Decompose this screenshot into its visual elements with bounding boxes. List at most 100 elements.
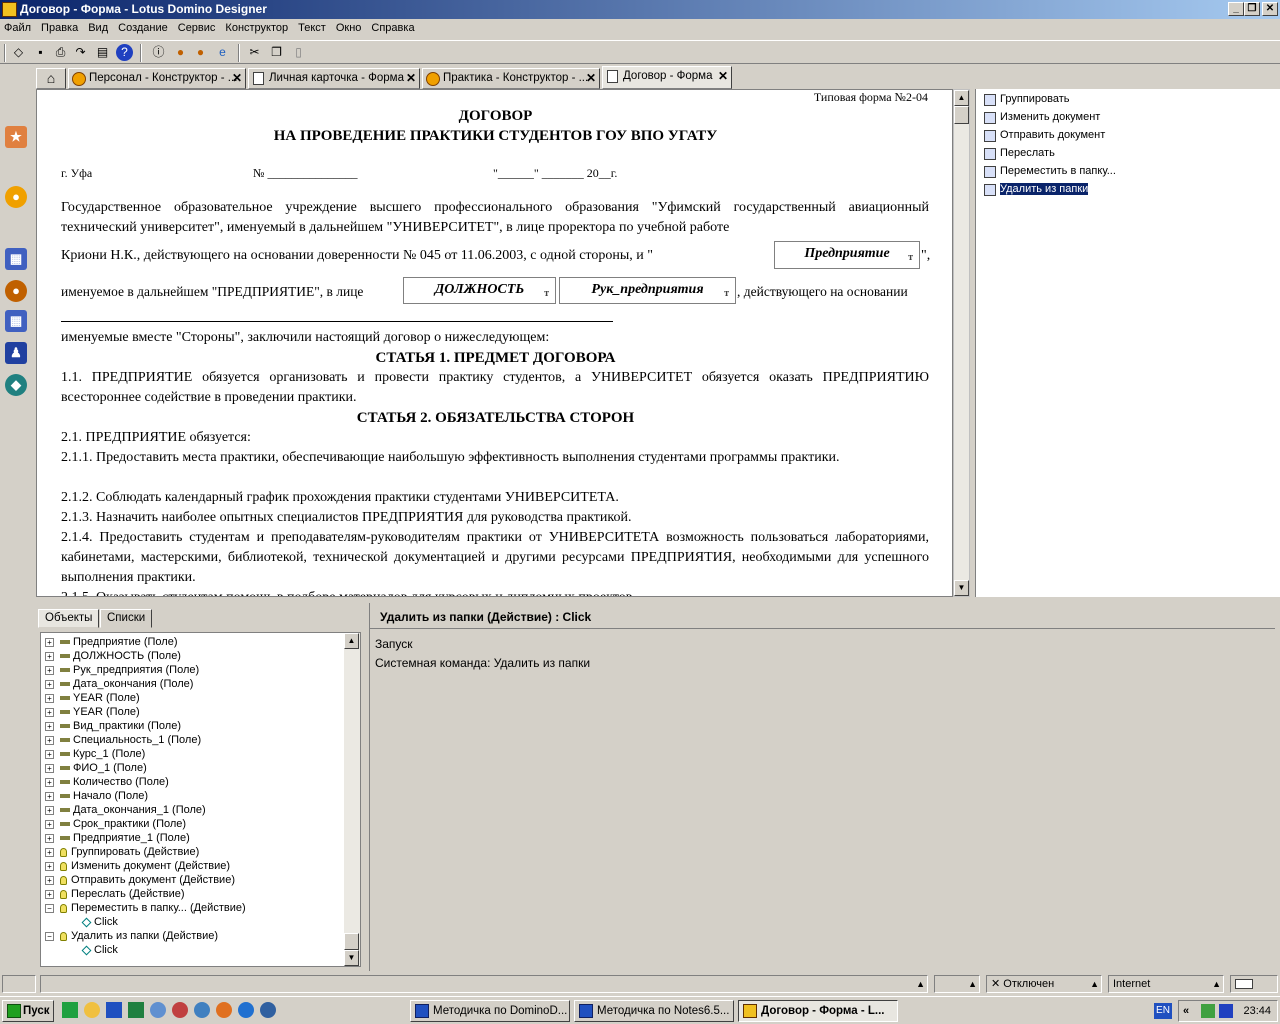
up-arrow-icon[interactable]: ▲ [1212,976,1221,992]
start-button[interactable]: Пуск [2,1000,54,1022]
tree-item[interactable]: + Рук_предприятия (Поле) [45,663,199,677]
expand-icon[interactable]: + [45,735,54,745]
action-remove-from-folder[interactable]: Удалить из папки [983,181,1089,197]
menu-window[interactable]: Окно [332,19,368,38]
close-tab-icon[interactable]: ✕ [232,69,242,88]
copy-icon[interactable]: ❐ [268,44,285,61]
save-icon[interactable]: ▪ [32,44,49,61]
scroll-up-icon[interactable]: ▲ [954,90,969,106]
tree-item[interactable]: − Переместить в папку... (Действие) [45,901,246,915]
tree-item[interactable]: + Начало (Поле) [45,789,148,803]
scroll-thumb[interactable] [344,933,359,950]
menu-file[interactable]: Файл [0,19,37,38]
expand-icon[interactable]: + [45,819,54,829]
search-icon[interactable] [194,1002,210,1018]
tree-item[interactable]: + Курс_1 (Поле) [45,747,145,761]
tab-contract[interactable]: Договор - Форма ✕ [602,66,732,89]
expand-icon[interactable]: + [45,889,54,899]
expand-icon[interactable]: + [45,847,54,857]
tab-lists[interactable]: Списки [100,609,153,628]
up-arrow-icon[interactable]: ▲ [1090,976,1099,992]
expand-icon[interactable]: + [45,861,54,871]
expand-icon[interactable]: + [45,763,54,773]
expand-icon[interactable]: + [45,875,54,885]
up-arrow-icon[interactable]: ▲ [968,976,977,992]
expand-icon[interactable]: + [45,777,54,787]
tree-item[interactable]: + YEAR (Поле) [45,691,140,705]
menu-edit[interactable]: Правка [37,19,84,38]
home-tab[interactable]: ⌂ [36,68,66,89]
system-command[interactable]: Системная команда: Удалить из папки [375,656,590,670]
menu-create[interactable]: Создание [114,19,174,38]
tray-media-icon[interactable] [1219,1004,1233,1018]
minimize-button[interactable]: _ [1228,2,1244,16]
clock-icon[interactable] [84,1002,100,1018]
expand-icon[interactable]: + [45,749,54,759]
tree-item[interactable]: + Специальность_1 (Поле) [45,733,201,747]
tree-item[interactable]: + Срок_практики (Поле) [45,817,186,831]
objects-tree[interactable]: + Предприятие (Поле) + ДОЛЖНОСТЬ (Поле) + Рук… [40,632,361,967]
menu-text[interactable]: Текст [294,19,332,38]
people-icon[interactable]: ● [172,44,189,61]
bookmarks-icon[interactable]: ★ [5,126,27,148]
tree-item[interactable]: − Удалить из папки (Действие) [45,929,218,943]
expand-icon[interactable]: − [45,903,54,913]
menu-help[interactable]: Справка [367,19,420,38]
tree-item[interactable]: + Группировать (Действие) [45,845,199,859]
scroll-thumb[interactable] [954,106,969,124]
task-methodology-domino[interactable]: Методичка по DominoD... [410,1000,570,1022]
expand-icon[interactable]: + [45,707,54,717]
browser-icon[interactable]: e [214,44,231,61]
database-icon[interactable]: ● [5,186,27,208]
diamond-icon[interactable]: ◇ [10,44,27,61]
word-icon[interactable] [106,1002,122,1018]
browser-icon[interactable] [238,1002,254,1018]
tree-item[interactable]: + Предприятие_1 (Поле) [45,831,190,845]
tree-item[interactable]: + Предприятие (Поле) [45,635,178,649]
expand-icon[interactable]: + [45,805,54,815]
form-design-pane[interactable]: Типовая форма №2-04 ДОГОВОР НА ПРОВЕДЕНИ… [36,89,953,597]
tree-item[interactable]: + Отправить документ (Действие) [45,873,235,887]
expand-icon[interactable]: + [45,833,54,843]
users-icon[interactable]: ♟ [5,342,27,364]
close-tab-icon[interactable]: ✕ [406,69,416,88]
close-button[interactable]: ✕ [1262,2,1278,16]
info-icon[interactable]: ⓘ [150,44,167,61]
databases-icon[interactable]: ▦ [5,248,27,270]
media-icon[interactable] [172,1002,188,1018]
head-field[interactable]: Рук_предприятия [559,277,736,306]
tree-scrollbar[interactable]: ▲ ▼ [344,633,360,966]
clock[interactable]: 23:44 [1243,1001,1271,1021]
tree-item[interactable]: + Количество (Поле) [45,775,169,789]
up-arrow-icon[interactable]: ▲ [916,976,925,992]
chevron-left-icon[interactable]: « [1183,1001,1189,1021]
enterprise-field[interactable]: Предприятие [774,241,920,270]
player-icon[interactable] [260,1002,276,1018]
databases-icon[interactable]: ▦ [5,310,27,332]
task-contract-form[interactable]: Договор - Форма - L... [738,1000,898,1022]
connection-status[interactable]: ✕ Отключен ▲ [986,975,1102,993]
language-indicator[interactable]: EN [1154,1003,1172,1019]
people-icon[interactable]: ● [5,280,27,302]
scroll-down-icon[interactable]: ▼ [344,950,359,966]
action-group[interactable]: Группировать [984,91,1070,107]
properties-icon[interactable]: ▤ [94,44,111,61]
network-icon[interactable] [150,1002,166,1018]
print-icon[interactable]: ⎙ [52,44,69,61]
location-status[interactable]: Internet ▲ [1108,975,1224,993]
tree-item[interactable]: + Вид_практики (Поле) [45,719,181,733]
tool-icon[interactable] [128,1002,144,1018]
tab-personnel[interactable]: Персонал - Конструктор - ... ✕ [68,68,246,89]
scroll-down-icon[interactable]: ▼ [954,580,969,596]
paste-icon[interactable]: ▯ [290,44,307,61]
tray-app-icon[interactable] [1201,1004,1215,1018]
action-edit-document[interactable]: Изменить документ [983,109,1100,125]
scroll-up-icon[interactable]: ▲ [344,633,359,649]
tree-item[interactable]: + YEAR (Поле) [45,705,140,719]
notes-icon[interactable] [216,1002,232,1018]
code-editor[interactable]: Запуск Системная команда: Удалить из пап… [370,631,1280,971]
action-send-document[interactable]: Отправить документ [983,127,1105,143]
tree-item[interactable]: + Дата_окончания_1 (Поле) [45,803,206,817]
tree-item[interactable]: + ДОЛЖНОСТЬ (Поле) [45,649,181,663]
forward-icon[interactable]: ↷ [72,44,89,61]
